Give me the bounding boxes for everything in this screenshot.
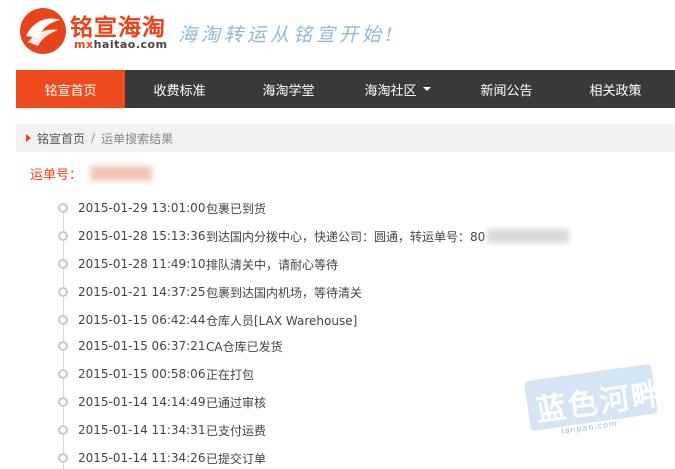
timeline-dot-icon	[58, 369, 68, 379]
nav-item-pricing[interactable]: 收费标准	[125, 70, 234, 108]
timeline-dot-icon	[58, 259, 68, 269]
entry-text: 包裹到达国内机场，等待清关	[206, 285, 363, 300]
entry-time: 2015-01-15 06:37:21	[78, 339, 206, 353]
logo-name: 铭宣海淘	[70, 15, 166, 41]
entry-text: 正在打包	[206, 367, 255, 382]
timeline-dot-icon	[58, 425, 68, 435]
entry-time: 2015-01-28 15:13:36	[78, 229, 206, 243]
entry-text: 包裹已到货	[206, 201, 267, 216]
breadcrumb: 铭宣首页 / 运单搜索结果	[16, 124, 675, 152]
timeline-entry: 2015-01-14 11:34:31 已支付运费	[56, 420, 266, 440]
nav-item-label: 相关政策	[589, 83, 642, 99]
timeline-entry: 2015-01-29 13:01:00 包裹已到货	[56, 198, 266, 218]
logo-domain: mxhaitao.com	[74, 38, 168, 51]
nav-item-community[interactable]: 海淘社区	[343, 70, 452, 108]
nav-item-school[interactable]: 海淘学堂	[234, 70, 343, 108]
timeline-entry: 2015-01-15 06:37:21 CA仓库已发货	[56, 336, 283, 356]
site-header: 铭宣海淘 mxhaitao.com 海淘转运从铭宣开始!	[0, 0, 675, 66]
entry-text: 到达国内分拨中心，快递公司：圆通，转运单号：80	[206, 229, 486, 244]
logo-domain-prefix: mx	[74, 38, 94, 51]
tracking-number-label: 运单号：	[30, 168, 83, 183]
entry-time: 2015-01-14 14:14:49	[78, 395, 206, 409]
timeline-dot-icon	[58, 231, 68, 241]
main-nav: 铭宣首页 收费标准 海淘学堂 海淘社区 新闻公告 相关政策	[16, 70, 675, 108]
triangle-right-icon	[26, 134, 31, 142]
breadcrumb-separator: /	[91, 131, 96, 145]
timeline-dot-icon	[58, 287, 68, 297]
nav-item-news[interactable]: 新闻公告	[452, 70, 561, 108]
timeline-entry: 2015-01-21 14:37:25 包裹到达国内机场，等待清关	[56, 282, 362, 302]
timeline-dot-icon	[58, 315, 68, 325]
timeline-dot-icon	[58, 203, 68, 213]
transfer-number-redacted	[487, 229, 570, 243]
nav-item-label: 收费标准	[153, 83, 206, 99]
entry-time: 2015-01-14 11:34:31	[78, 423, 206, 437]
entry-text: CA仓库已发货	[206, 339, 283, 354]
nav-item-label: 铭宣首页	[44, 83, 97, 99]
timeline-dot-icon	[58, 341, 68, 351]
timeline-entry: 2015-01-14 14:14:49 已通过审核	[56, 392, 266, 412]
entry-time: 2015-01-15 00:58:06	[78, 367, 206, 381]
site-logo[interactable]: 铭宣海淘 mxhaitao.com	[18, 6, 168, 58]
entry-text: 已通过审核	[206, 395, 267, 410]
nav-item-home[interactable]: 铭宣首页	[16, 70, 125, 108]
breadcrumb-current: 运单搜索结果	[101, 131, 174, 146]
timeline-entry: 2015-01-15 06:42:44 仓库人员[LAX Warehouse]	[56, 310, 357, 330]
timeline-dot-icon	[58, 397, 68, 407]
logo-domain-rest: haitao.com	[93, 38, 168, 51]
entry-text: 排队清关中，请耐心等待	[206, 257, 339, 272]
nav-item-label: 海淘社区	[364, 83, 417, 99]
entry-time: 2015-01-15 06:42:44	[78, 313, 206, 327]
entry-text: 仓库人员[LAX Warehouse]	[206, 313, 358, 328]
entry-time: 2015-01-21 14:37:25	[78, 285, 206, 299]
timeline-entry: 2015-01-15 00:58:06 正在打包	[56, 364, 254, 384]
slogan: 海淘转运从铭宣开始!	[178, 24, 397, 46]
nav-item-label: 海淘学堂	[262, 83, 315, 99]
entry-text: 已提交订单	[206, 451, 267, 466]
entry-text: 已支付运费	[206, 423, 267, 438]
entry-time: 2015-01-29 13:01:00	[78, 201, 206, 215]
timeline-entry: 2015-01-28 15:13:36 到达国内分拨中心，快递公司：圆通，转运单…	[56, 226, 570, 246]
timeline-dot-icon	[58, 453, 68, 463]
caret-down-icon	[422, 87, 431, 91]
wings-logo-icon	[20, 8, 66, 54]
entry-time: 2015-01-14 11:34:26	[78, 451, 206, 465]
nav-item-label: 新闻公告	[480, 83, 533, 99]
timeline-entry: 2015-01-14 11:34:26 已提交订单	[56, 448, 266, 468]
nav-item-policy[interactable]: 相关政策	[561, 70, 670, 108]
breadcrumb-home-link[interactable]: 铭宣首页	[37, 130, 85, 147]
watermark: 蓝色河畔 lanpan.com	[524, 363, 666, 447]
timeline-entry: 2015-01-28 11:49:10 排队清关中，请耐心等待	[56, 254, 338, 274]
entry-time: 2015-01-28 11:49:10	[78, 257, 206, 271]
tracking-number-redacted	[90, 166, 152, 181]
